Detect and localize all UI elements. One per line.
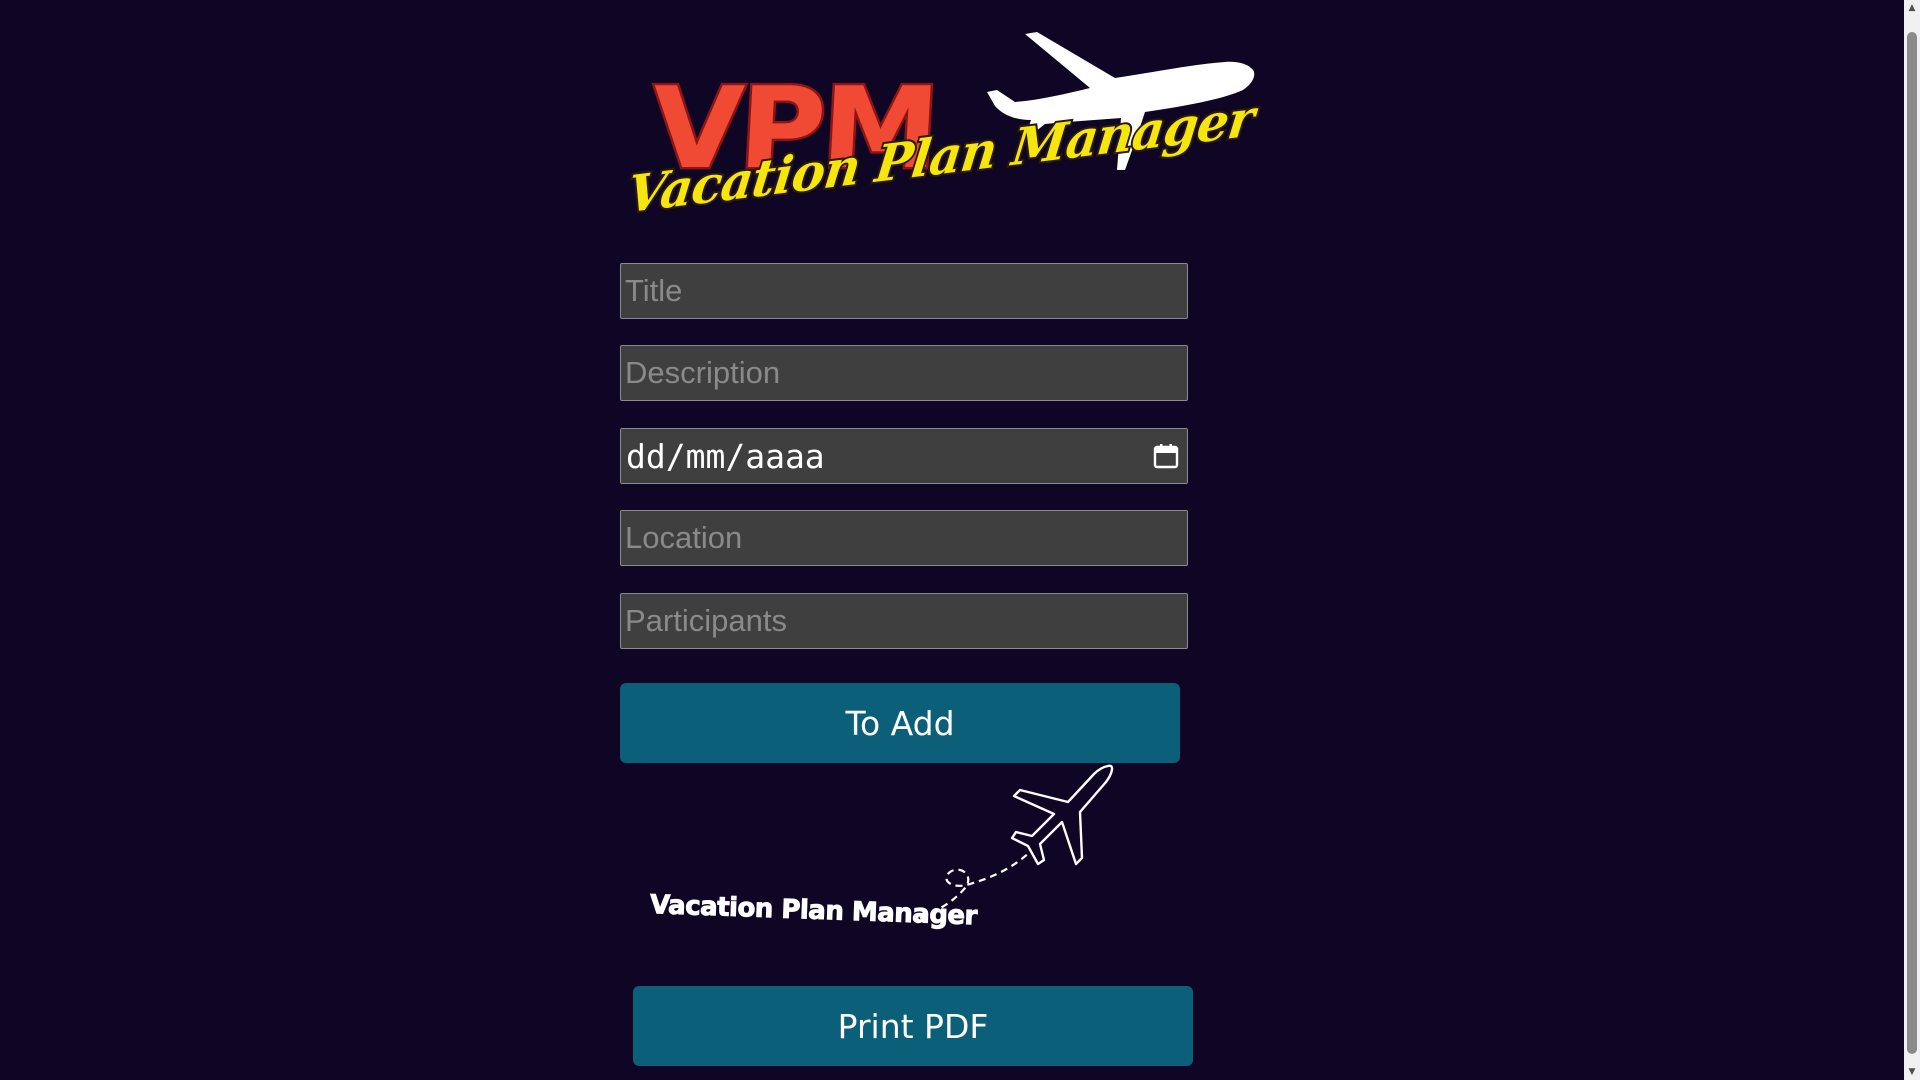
vpm-logo: VPM Vacation Plan Manager: [620, 20, 1260, 235]
calendar-icon[interactable]: [1152, 442, 1180, 470]
participants-input[interactable]: [620, 593, 1188, 649]
scroll-up-arrow-icon[interactable]: ▲: [1904, 0, 1920, 16]
airplane-outline-icon: [919, 764, 1114, 920]
date-input[interactable]: dd/mm/aaaa: [620, 428, 1188, 484]
scrollbar-thumb[interactable]: [1907, 32, 1917, 1054]
print-pdf-button[interactable]: Print PDF: [633, 986, 1193, 1066]
description-input[interactable]: [620, 345, 1188, 401]
location-input[interactable]: [620, 510, 1188, 566]
footer-logo: Vacation Plan Manager: [640, 760, 1120, 960]
scroll-down-arrow-icon[interactable]: ▼: [1904, 1064, 1920, 1080]
title-input[interactable]: [620, 263, 1188, 319]
vertical-scrollbar[interactable]: ▲ ▼: [1904, 0, 1920, 1080]
date-input-value: dd/mm/aaaa: [626, 437, 825, 476]
page: VPM Vacation Plan Manager dd/mm/aaaa To …: [0, 0, 1904, 1080]
add-button[interactable]: To Add: [620, 683, 1180, 763]
